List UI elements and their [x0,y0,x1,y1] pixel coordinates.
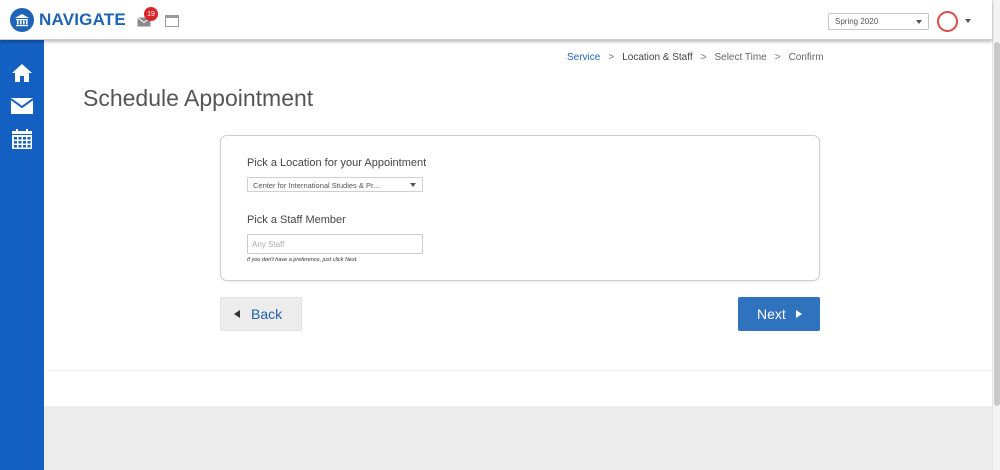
breadcrumb-step-confirm: Confirm [788,52,824,63]
staff-input[interactable] [247,234,423,254]
page-scrollbar[interactable] [992,0,1000,470]
mail-icon[interactable] [11,95,33,117]
navigate-logo[interactable]: NAVIGATE [10,8,126,32]
next-button[interactable]: Next [738,297,820,331]
breadcrumb-separator: > [608,52,615,63]
back-button-label: Back [251,306,283,322]
breadcrumb-separator: > [774,52,781,63]
brand-name: NAVIGATE [39,10,126,29]
breadcrumb-step-select-time: Select Time [714,52,767,63]
page-title: Schedule Appointment [83,85,314,111]
user-menu-chevron-down-icon[interactable] [965,19,971,23]
building-icon [10,8,34,32]
notification-badge: 19 [144,7,158,21]
divider [44,370,992,371]
chevron-down-icon [410,183,416,187]
location-select[interactable]: Center for International Studies & Pr... [247,177,423,192]
term-select-value: Spring 2020 [835,17,879,26]
location-select-value: Center for International Studies & Pr... [253,181,380,190]
main-content: Service > Location & Staff > Select Time… [44,40,992,406]
location-label: Pick a Location for your Appointment [247,157,427,169]
caret-left-icon [234,310,240,318]
calendar-icon[interactable] [11,128,33,150]
avatar[interactable] [937,11,958,32]
back-button[interactable]: Back [220,297,302,331]
top-bar: NAVIGATE 19 Spring 2020 [0,0,992,40]
home-icon[interactable] [11,62,33,84]
caret-right-icon [795,310,802,318]
location-staff-card: Pick a Location for your Appointment Cen… [220,135,820,281]
breadcrumb: Service > Location & Staff > Select Time… [567,52,824,63]
sidebar [0,40,44,470]
scrollbar-thumb[interactable] [994,42,1000,406]
window-icon[interactable] [165,14,179,32]
breadcrumb-step-location-staff: Location & Staff [622,52,693,63]
staff-label: Pick a Staff Member [247,214,346,226]
chevron-down-icon [916,20,922,24]
staff-hint: If you don't have a preference, just cli… [247,257,358,263]
term-select[interactable]: Spring 2020 [828,13,929,30]
breadcrumb-separator: > [700,52,707,63]
next-button-label: Next [757,306,786,322]
breadcrumb-step-service[interactable]: Service [567,52,600,63]
